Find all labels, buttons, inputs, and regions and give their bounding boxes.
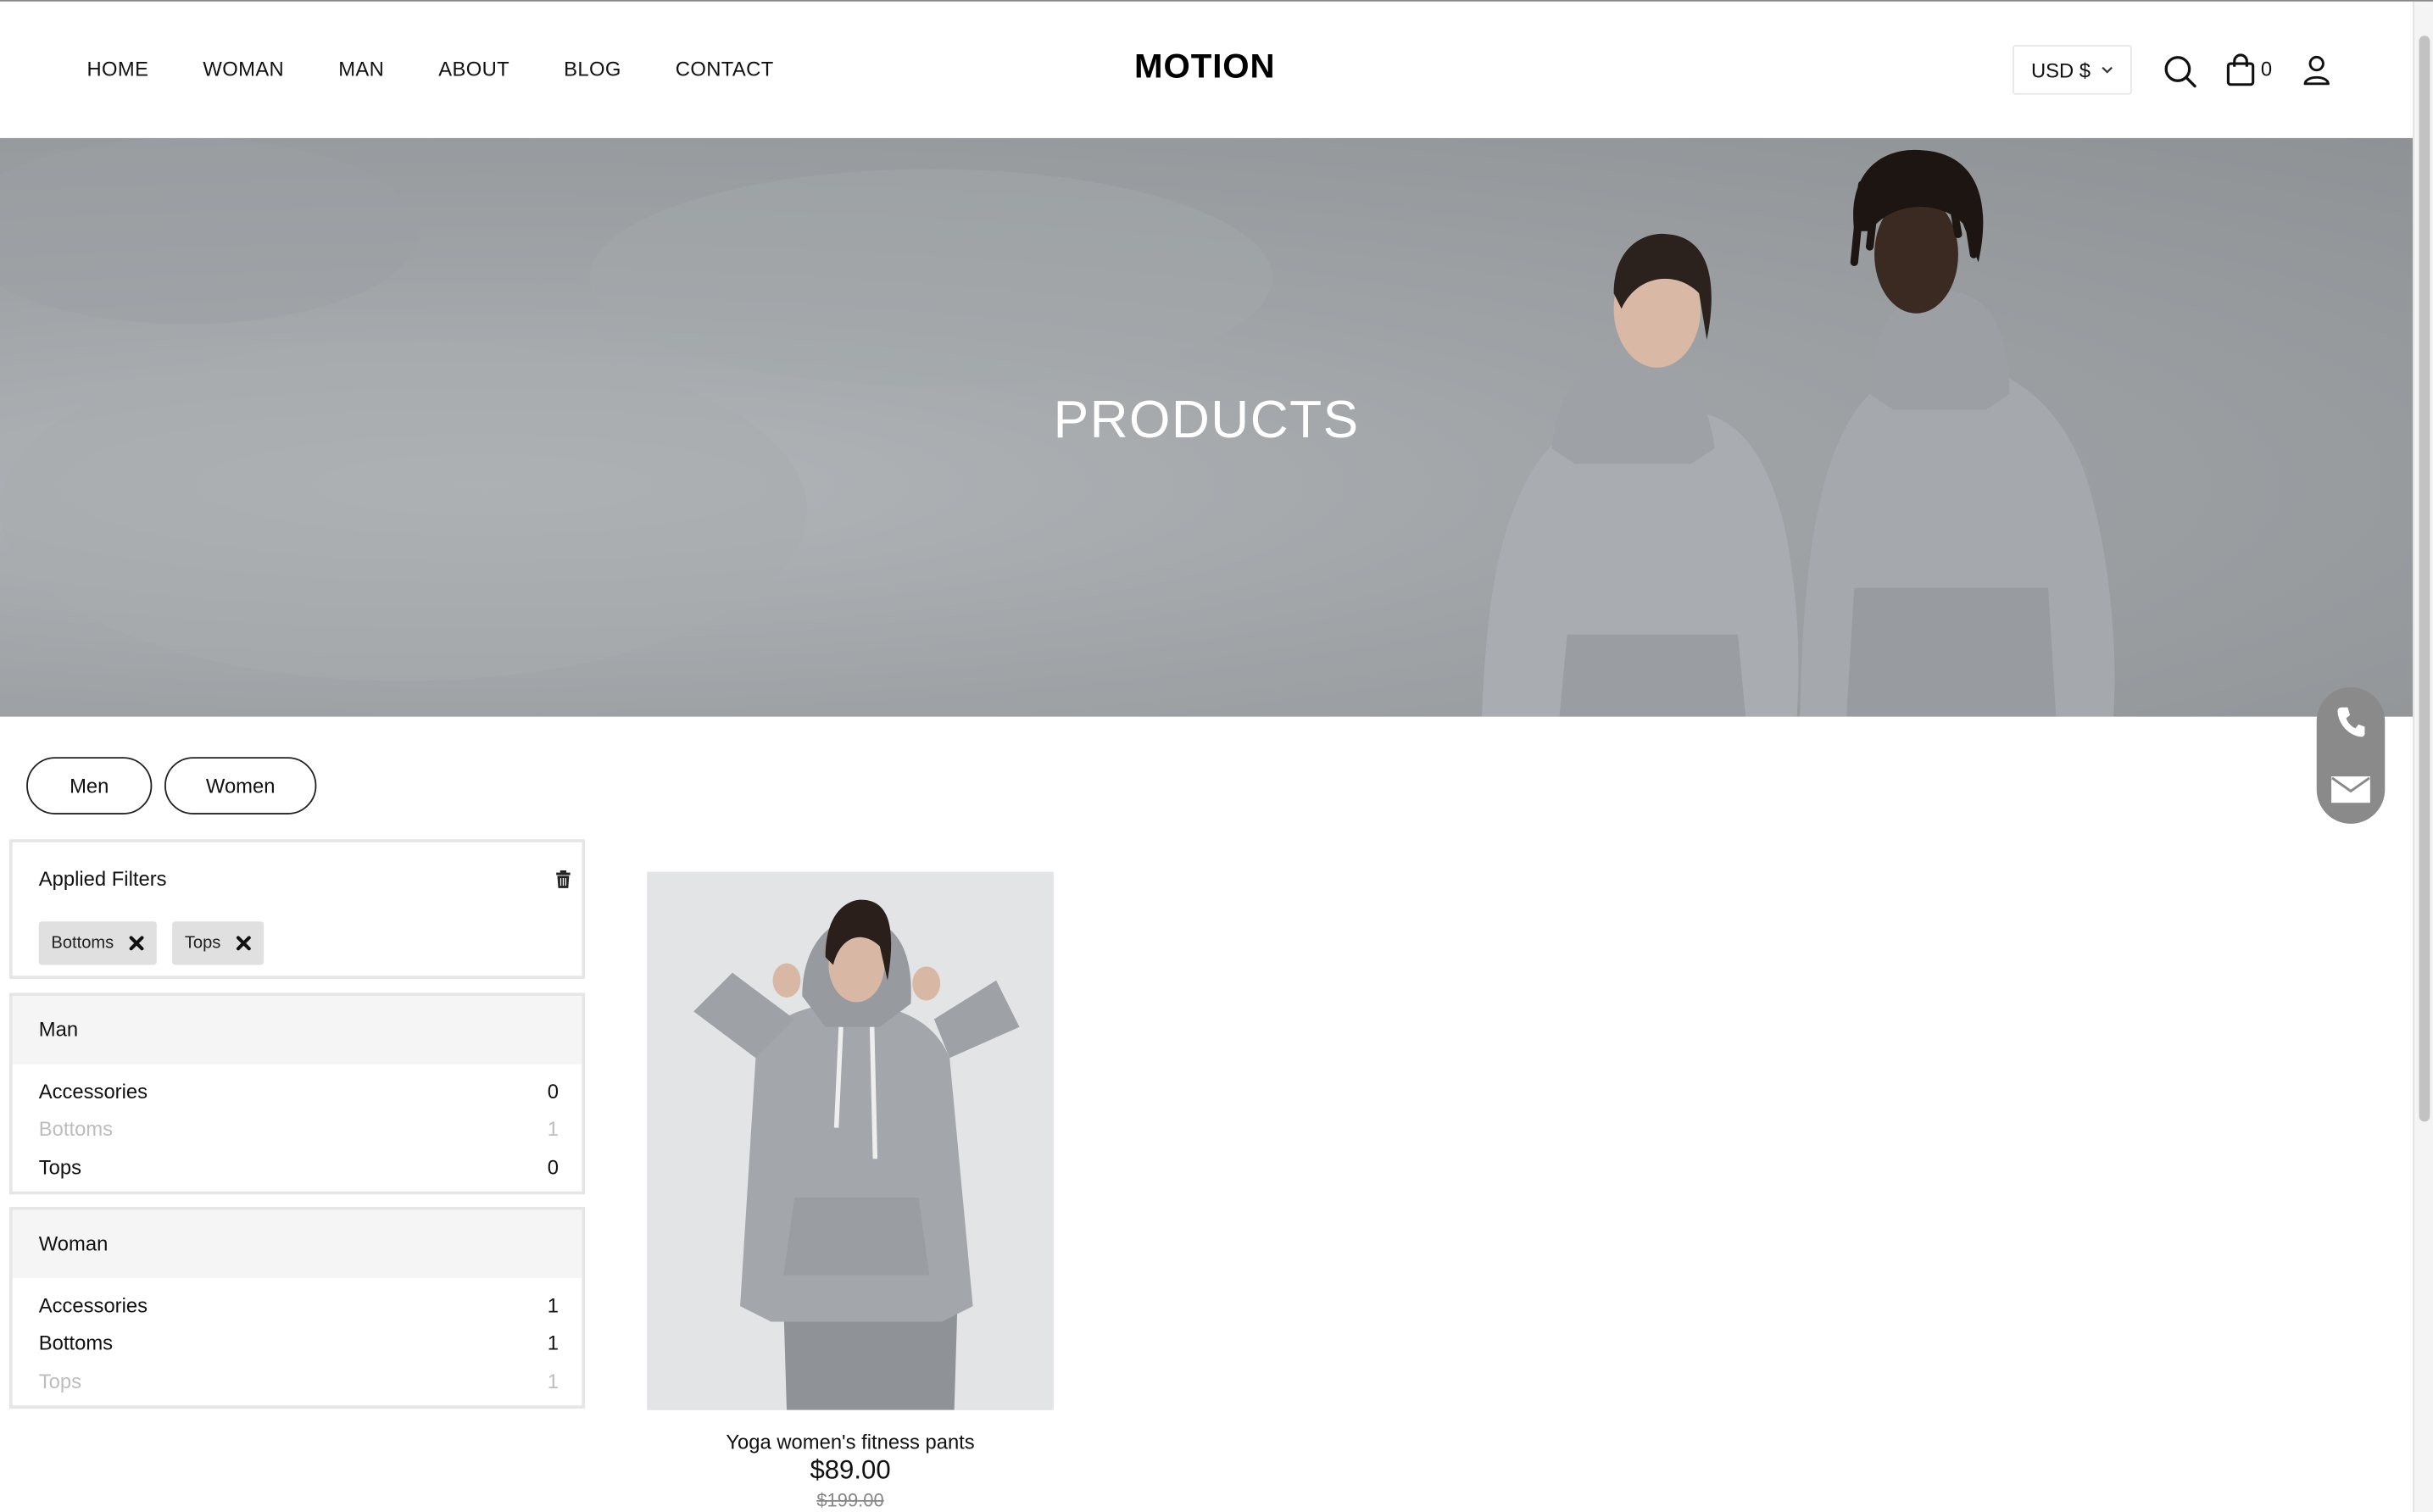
filter-row-woman-tops[interactable]: Tops 1 (39, 1370, 559, 1392)
filter-count: 1 (547, 1116, 559, 1141)
filter-count: 1 (547, 1293, 559, 1317)
filter-count: 1 (547, 1370, 559, 1393)
category-panel-woman: Woman Accessories 1 Bottoms 1 Tops 1 (8, 1207, 586, 1409)
filter-count: 0 (547, 1079, 559, 1103)
category-heading[interactable]: Woman (12, 1209, 582, 1279)
mail-icon[interactable] (2330, 775, 2371, 803)
applied-filters-title: Applied Filters (38, 867, 167, 891)
filter-row-woman-accessories[interactable]: Accessories 1 (39, 1294, 559, 1317)
trash-icon[interactable] (555, 870, 571, 889)
filter-row-man-accessories[interactable]: Accessories 0 (39, 1080, 559, 1103)
filter-row-man-tops[interactable]: Tops 0 (39, 1156, 559, 1179)
product-original-price: $199.00 (816, 1489, 884, 1511)
nav-contact[interactable]: CONTACT (676, 58, 774, 81)
close-icon[interactable] (236, 936, 251, 951)
filter-chip-label: Tops (184, 933, 221, 953)
filter-chip-bottoms[interactable]: Bottoms (38, 921, 157, 965)
currency-value: USD $ (2030, 58, 2091, 82)
filter-label: Bottoms (38, 1331, 114, 1354)
nav-woman[interactable]: WOMAN (203, 58, 284, 81)
filter-count: 1 (547, 1331, 559, 1354)
men-button[interactable]: Men (26, 757, 153, 814)
women-button[interactable]: Women (164, 757, 317, 814)
shopping-bag-icon[interactable] (2225, 53, 2257, 86)
search-icon[interactable] (2163, 54, 2197, 88)
site-logo[interactable]: MOTION (1134, 47, 1276, 87)
page-title: PRODUCTS (1053, 391, 1360, 450)
product-price: $89.00 (810, 1454, 891, 1485)
page-scaled-content: HOME WOMAN MAN ABOUT BLOG CONTACT MOTION… (0, 0, 2433, 1512)
filter-chip-tops[interactable]: Tops (172, 921, 264, 965)
filter-chip-label: Bottoms (51, 933, 114, 953)
filter-label: Accessories (38, 1293, 148, 1317)
nav-home[interactable]: HOME (87, 58, 149, 81)
cart-count[interactable]: 0 (2261, 58, 2272, 81)
phone-icon[interactable] (2336, 704, 2367, 738)
close-icon[interactable] (129, 936, 144, 951)
filter-count: 0 (547, 1155, 559, 1180)
product-photo (647, 871, 1054, 1410)
nav-about[interactable]: ABOUT (438, 58, 509, 81)
category-heading[interactable]: Man (12, 996, 582, 1065)
product-name[interactable]: Yoga women's fitness pants (647, 1431, 1054, 1454)
filter-label: Tops (38, 1155, 82, 1180)
nav-man[interactable]: MAN (338, 58, 384, 81)
filter-label: Accessories (38, 1079, 148, 1103)
category-panel-man: Man Accessories 0 Bottoms 1 Tops 0 (8, 992, 586, 1195)
applied-filters-panel: Applied Filters Bottoms Tops (8, 839, 586, 979)
filter-label: Bottoms (38, 1116, 114, 1141)
scrollbar-thumb[interactable] (2419, 36, 2430, 1122)
product-image[interactable] (647, 871, 1054, 1410)
site-header: HOME WOMAN MAN ABOUT BLOG CONTACT MOTION… (0, 1, 2414, 138)
chevron-down-icon (2102, 66, 2113, 74)
page-scrollbar[interactable] (2413, 1, 2433, 1512)
main-nav: HOME WOMAN MAN ABOUT BLOG CONTACT (87, 58, 828, 81)
filter-row-man-bottoms[interactable]: Bottoms 1 (39, 1117, 559, 1140)
filter-label: Tops (38, 1370, 82, 1393)
floating-contact-widget (2316, 687, 2386, 824)
nav-blog[interactable]: BLOG (564, 58, 621, 81)
user-icon[interactable] (2302, 54, 2330, 86)
currency-selector[interactable]: USD $ (2012, 45, 2132, 95)
page: HOME WOMAN MAN ABOUT BLOG CONTACT MOTION… (0, 0, 2433, 1512)
filter-row-woman-bottoms[interactable]: Bottoms 1 (39, 1331, 559, 1354)
hero-banner: PRODUCTS (0, 137, 2414, 717)
